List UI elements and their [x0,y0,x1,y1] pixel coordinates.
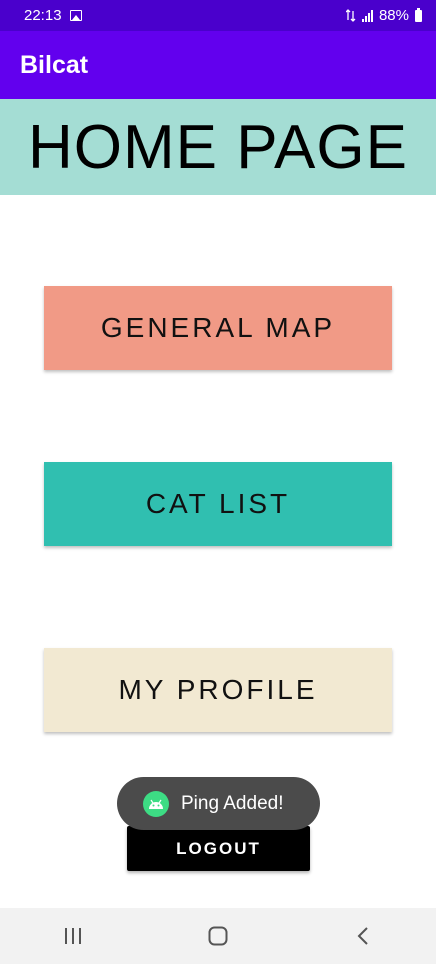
cat-list-button[interactable]: CAT LIST [44,462,392,546]
signal-icon [361,9,373,22]
toast: Ping Added! [117,777,320,830]
general-map-button[interactable]: GENERAL MAP [44,286,392,370]
toast-message: Ping Added! [181,792,284,814]
home-banner: HOME PAGE [0,99,436,195]
app-bar: Bilcat [0,31,436,99]
battery-percent: 88% [378,7,409,24]
back-button[interactable] [333,916,393,956]
back-icon [357,927,369,945]
battery-icon [415,7,422,22]
logout-button[interactable]: LOGOUT [127,826,310,871]
navigation-bar [0,908,436,964]
android-icon [143,790,169,817]
data-arrows-icon [345,9,356,22]
home-icon [208,926,228,946]
home-button[interactable] [188,916,248,956]
status-time: 22:13 [24,7,62,24]
status-right: 88% [345,7,422,24]
recents-icon [64,928,81,944]
app-title: Bilcat [20,50,89,79]
status-bar: 22:13 88% [0,0,436,31]
image-icon [69,10,82,21]
my-profile-button[interactable]: MY PROFILE [44,648,392,732]
recents-button[interactable] [43,916,103,956]
status-left: 22:13 [24,7,82,24]
page-title: HOME PAGE [28,112,408,182]
